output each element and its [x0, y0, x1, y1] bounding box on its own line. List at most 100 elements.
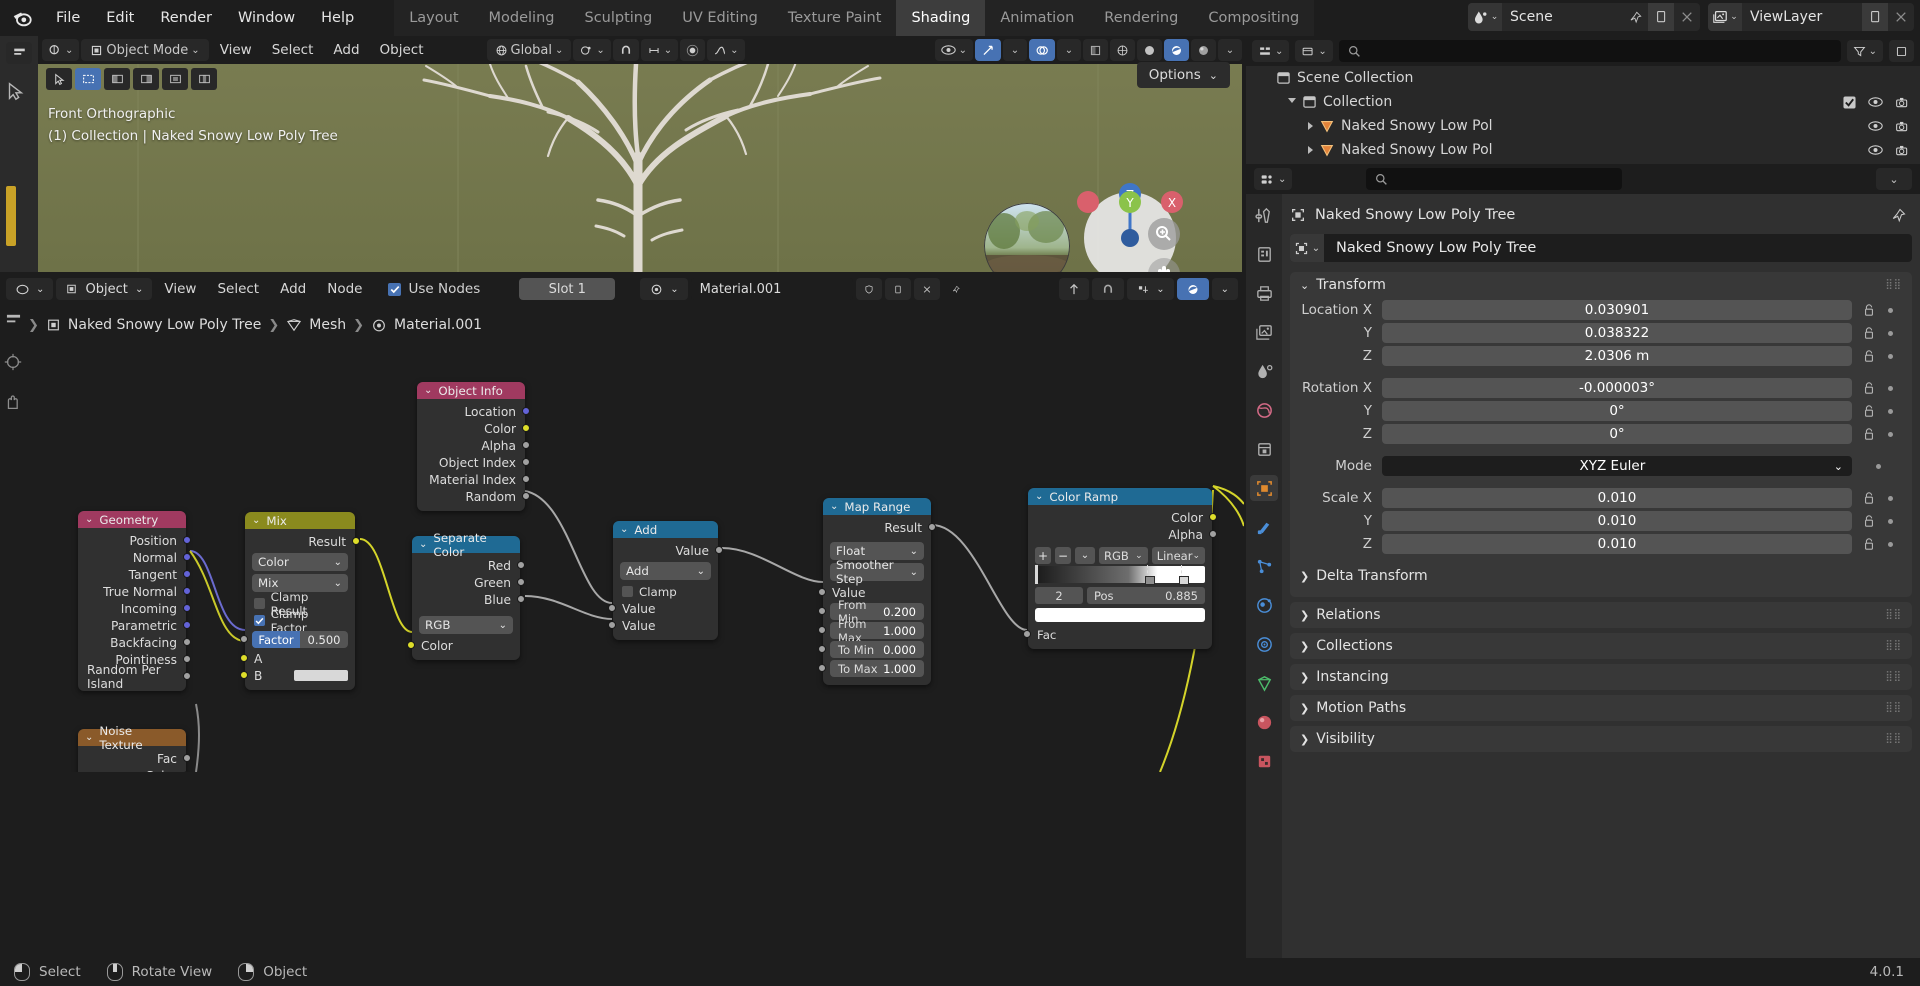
socket-random[interactable]: Random	[417, 488, 530, 505]
socket-input-a[interactable]: A	[240, 650, 355, 667]
tab-particles[interactable]	[1250, 553, 1278, 579]
menu-file[interactable]: File	[44, 6, 92, 30]
animate-dot-icon[interactable]	[1888, 431, 1893, 437]
shading-solid-icon[interactable]	[1137, 39, 1162, 61]
select-extend-button[interactable]	[104, 68, 130, 90]
breadcrumb-object-label[interactable]: Naked Snowy Low Poly Tree	[68, 317, 261, 333]
ramp-stop-2[interactable]	[1178, 576, 1189, 585]
drag-grip-icon[interactable]: ⣿⣿	[1885, 610, 1902, 620]
object-mode-dropdown[interactable]: Object Mode ⌄	[81, 39, 209, 61]
drag-grip-icon[interactable]: ⣿⣿	[1885, 703, 1902, 713]
animate-dot-icon[interactable]	[1888, 541, 1893, 547]
node-map-range[interactable]: ⌄ Map Range Result Float ⌄ Smoother Step ⌄…	[818, 498, 936, 685]
pivot-point-dropdown[interactable]: ⌄	[573, 39, 611, 61]
factor-slider[interactable]: Factor 0.500	[240, 631, 348, 648]
drag-grip-icon[interactable]: ⣿⣿	[1885, 734, 1902, 744]
outliner-row-object-1[interactable]: Naked Snowy Low Pol	[1246, 114, 1920, 138]
socket-dot[interactable]	[522, 424, 530, 432]
scale-y-field[interactable]: 0.010	[1382, 511, 1852, 531]
tab-physics[interactable]	[1250, 592, 1278, 618]
socket-object-index[interactable]: Object Index	[417, 454, 530, 471]
socket-dot[interactable]	[517, 595, 525, 603]
socket-red[interactable]: Red	[412, 557, 525, 574]
socket-dot[interactable]	[517, 561, 525, 569]
node-geometry[interactable]: ⌄ Geometry Position Normal Tangent True …	[78, 511, 191, 691]
socket-dot[interactable]	[715, 546, 723, 554]
collapse-chevron-icon[interactable]: ⌄	[424, 385, 432, 396]
new-scene-icon[interactable]	[1648, 3, 1674, 31]
socket-color[interactable]: Color	[417, 420, 530, 437]
socket-fac[interactable]: Fac	[78, 750, 191, 767]
panel-motion-paths-header[interactable]: ❯ Motion Paths ⣿⣿	[1290, 695, 1912, 721]
socket-dot[interactable]	[522, 441, 530, 449]
outliner-row-collection[interactable]: Collection	[1246, 90, 1920, 114]
viewport-menu-object[interactable]: Object	[371, 39, 433, 61]
fake-user-shield-icon[interactable]	[855, 278, 882, 300]
collapse-chevron-icon[interactable]: ⌄	[1035, 491, 1043, 502]
tab-tool[interactable]	[1250, 202, 1278, 228]
collapse-chevron-icon[interactable]: ⌄	[830, 501, 838, 512]
socket-parametric[interactable]: Parametric	[78, 617, 191, 634]
lock-icon[interactable]	[1863, 491, 1875, 505]
node-snap-magnet-icon[interactable]	[1092, 278, 1125, 300]
socket-value-in-1[interactable]: Value	[608, 600, 718, 617]
rotation-x-field[interactable]: -0.000003°	[1382, 378, 1852, 398]
tab-material[interactable]	[1250, 709, 1278, 735]
snap-settings-dropdown[interactable]: ⌄	[640, 39, 679, 61]
scale-x-field[interactable]: 0.010	[1382, 488, 1852, 508]
lock-icon[interactable]	[1863, 326, 1875, 340]
breadcrumb-material-label[interactable]: Material.001	[394, 317, 482, 333]
node-header[interactable]: ⌄ Noise Texture	[78, 724, 186, 752]
collapse-chevron-icon[interactable]: ⌄	[252, 515, 260, 526]
mix-data-type-dropdown[interactable]: Color ⌄	[252, 553, 348, 571]
material-slot-dropdown[interactable]: Slot 1	[519, 278, 616, 300]
menu-window[interactable]: Window	[226, 6, 307, 30]
socket-dot[interactable]	[818, 645, 826, 653]
tab-modifiers[interactable]	[1250, 514, 1278, 540]
navigation-gizmo[interactable]: Z X Y	[1076, 176, 1184, 272]
animate-dot-icon[interactable]	[1888, 518, 1893, 524]
tab-world[interactable]	[1250, 397, 1278, 423]
socket-dot[interactable]	[818, 626, 826, 634]
panel-motion-paths[interactable]: ❯ Motion Paths ⣿⣿	[1290, 695, 1912, 721]
socket-dot[interactable]	[352, 537, 360, 545]
animate-dot-icon[interactable]	[1888, 408, 1893, 414]
shading-rendered-icon[interactable]	[1191, 39, 1216, 61]
socket-normal[interactable]: Normal	[78, 549, 191, 566]
colorramp-mode-dropdown[interactable]: RGB ⌄	[1099, 547, 1148, 564]
field-to-max[interactable]: To Max 1.000	[818, 660, 924, 677]
eye-icon[interactable]	[1868, 144, 1883, 156]
animate-dot-icon[interactable]	[1888, 330, 1893, 336]
viewport-3d[interactable]: Z X Y	[38, 36, 1242, 272]
outliner-new-collection-icon[interactable]	[1889, 40, 1914, 62]
node-menu-view[interactable]: View	[155, 278, 205, 300]
tab-uv-editing[interactable]: UV Editing	[667, 0, 773, 36]
gizmo-toggle[interactable]	[975, 39, 1001, 61]
socket-dot[interactable]	[183, 638, 191, 646]
colorramp-interpolation-dropdown[interactable]: Linear ⌄	[1151, 547, 1205, 564]
panel-instancing-header[interactable]: ❯ Instancing ⣿⣿	[1290, 664, 1912, 690]
socket-color[interactable]: Color	[78, 767, 191, 772]
socket-incoming[interactable]: Incoming	[78, 600, 191, 617]
animate-dot-icon[interactable]	[1888, 495, 1893, 501]
ramp-stop-1[interactable]	[1144, 576, 1155, 585]
eye-icon[interactable]	[1868, 96, 1883, 108]
outliner-search-input[interactable]	[1338, 40, 1841, 62]
tab-modeling[interactable]: Modeling	[473, 0, 570, 36]
drag-grip-icon[interactable]: ⣿⣿	[1885, 280, 1902, 290]
node-snap-settings-dropdown[interactable]: ⌄	[1127, 278, 1174, 300]
tab-collection[interactable]	[1250, 436, 1278, 462]
socket-fac-in[interactable]: Fac	[1023, 626, 1212, 643]
outliner-editor[interactable]: ⌄ ⌄ ⌄ Scene Collection Collection Naked …	[1246, 36, 1920, 164]
viewport-menu-add[interactable]: Add	[324, 39, 368, 61]
socket-true-normal[interactable]: True Normal	[78, 583, 191, 600]
tab-render[interactable]	[1250, 241, 1278, 267]
lock-icon[interactable]	[1863, 514, 1875, 528]
panel-visibility[interactable]: ❯ Visibility ⣿⣿	[1290, 726, 1912, 752]
stop-pos-field[interactable]: Pos 0.885	[1087, 587, 1205, 604]
material-name-field[interactable]: Material.001	[690, 278, 853, 300]
node-overlay-toggle[interactable]	[1176, 278, 1209, 300]
remove-stop-button[interactable]: −	[1055, 547, 1071, 564]
rotation-z-field[interactable]: 0°	[1382, 424, 1852, 444]
socket-backfacing[interactable]: Backfacing	[78, 634, 191, 651]
